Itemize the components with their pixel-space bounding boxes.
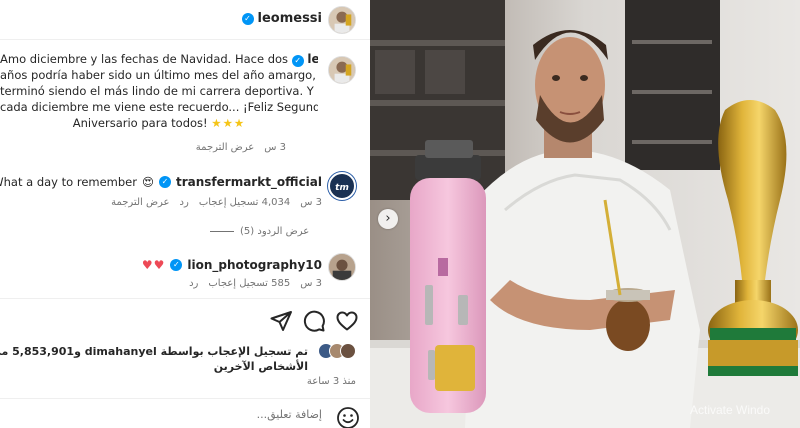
photo-image bbox=[370, 0, 800, 428]
add-comment-bar bbox=[0, 406, 370, 428]
caption-username[interactable]: leomessi bbox=[307, 52, 318, 66]
verified-badge-icon: ✓ bbox=[241, 12, 254, 25]
author-avatar[interactable] bbox=[328, 6, 356, 34]
comment-text-row: ♥♥ ✓ lion_photography10 bbox=[142, 258, 322, 272]
activate-windows-watermark: Activate Windo bbox=[690, 403, 771, 417]
liked-by-avatars[interactable] bbox=[318, 343, 356, 359]
post-time-ago: منذ 3 ساعة bbox=[306, 376, 356, 387]
comment-likes[interactable]: 585 تسجيل إعجاب bbox=[208, 278, 290, 289]
carousel-next-button[interactable]: › bbox=[378, 209, 398, 229]
comment-time: 3 س bbox=[300, 197, 322, 208]
comment-meta: 3 س 4,034 تسجيل إعجاب رد عرض الترجمة bbox=[111, 197, 322, 208]
caption-text: Aniversario para todos! bbox=[72, 116, 208, 130]
comment-translate-link[interactable]: عرض الترجمة bbox=[111, 197, 169, 208]
verified-badge-icon: ✓ bbox=[158, 176, 171, 188]
replies-line bbox=[210, 231, 234, 232]
emoji-icon[interactable] bbox=[336, 406, 359, 428]
transfermarkt-logo-avatar[interactable]: tm bbox=[328, 172, 356, 200]
caption-line: años podría haber sido un último mes del… bbox=[0, 68, 318, 82]
comment-time: 3 س bbox=[300, 278, 322, 289]
caption-line: Aniversario para todos! ★★★ bbox=[0, 115, 318, 131]
divider bbox=[0, 398, 370, 399]
comment-username[interactable]: lion_photography10 bbox=[187, 258, 322, 272]
add-comment-input[interactable] bbox=[122, 408, 322, 421]
header-username[interactable]: leomessi bbox=[258, 11, 323, 26]
comment-text: What a day to remember bbox=[0, 175, 137, 189]
liked-by-text[interactable]: تم تسجيل الإعجاب بواسطة dimahanyel و5,85… bbox=[0, 344, 308, 374]
caption-line: cada diciembre me viene este recuerdo...… bbox=[0, 100, 318, 114]
view-replies-label[interactable]: عرض الردود (5) bbox=[240, 226, 309, 237]
comment-icon[interactable] bbox=[302, 309, 326, 333]
comment-meta: 3 س 585 تسجيل إعجاب رد bbox=[189, 278, 322, 289]
view-replies-button[interactable]: عرض الردود (5) bbox=[210, 226, 309, 237]
divider bbox=[0, 298, 370, 299]
post-photo[interactable] bbox=[370, 0, 800, 428]
header-user[interactable]: ✓ leomessi bbox=[241, 11, 323, 26]
commenter-avatar[interactable] bbox=[328, 253, 356, 281]
caption-time: 3 س bbox=[264, 142, 286, 153]
red-heart-emoji-icon: ♥♥ bbox=[141, 258, 166, 272]
reply-button[interactable]: رد bbox=[180, 197, 189, 208]
post-caption: Amo diciembre y las fechas de Navidad. H… bbox=[0, 51, 318, 131]
reply-button[interactable]: رد bbox=[189, 278, 198, 289]
comment-text-row: What a day to remember 😍 ✓ transfermarkt… bbox=[0, 175, 322, 189]
caption-translate-link[interactable]: عرض الترجمة bbox=[196, 142, 254, 153]
verified-badge-icon: ✓ bbox=[291, 55, 304, 67]
post-header: ✓ leomessi bbox=[0, 0, 370, 40]
comment-username[interactable]: transfermarkt_official bbox=[176, 175, 322, 189]
comment-likes[interactable]: 4,034 تسجيل إعجاب bbox=[199, 197, 290, 208]
heart-eyes-emoji-icon: 😍 bbox=[141, 175, 154, 189]
caption-author-avatar[interactable] bbox=[328, 56, 356, 84]
verified-badge-icon: ✓ bbox=[170, 259, 183, 271]
star-emoji-icon: ★★★ bbox=[211, 116, 246, 130]
post-actions bbox=[0, 308, 370, 336]
caption-meta: 3 س عرض الترجمة bbox=[196, 142, 286, 153]
liker-avatar bbox=[340, 343, 356, 359]
caption-text: Amo diciembre y las fechas de Navidad. H… bbox=[0, 52, 289, 66]
chevron-right-icon: › bbox=[385, 211, 391, 226]
heart-icon[interactable] bbox=[335, 309, 359, 333]
post-side-panel: ✓ leomessi Amo diciembre y las fechas de… bbox=[0, 0, 370, 428]
caption-line: terminó siendo el más lindo de mi carrer… bbox=[0, 84, 318, 98]
share-icon[interactable] bbox=[269, 309, 293, 333]
caption-line: Amo diciembre y las fechas de Navidad. H… bbox=[0, 51, 318, 67]
